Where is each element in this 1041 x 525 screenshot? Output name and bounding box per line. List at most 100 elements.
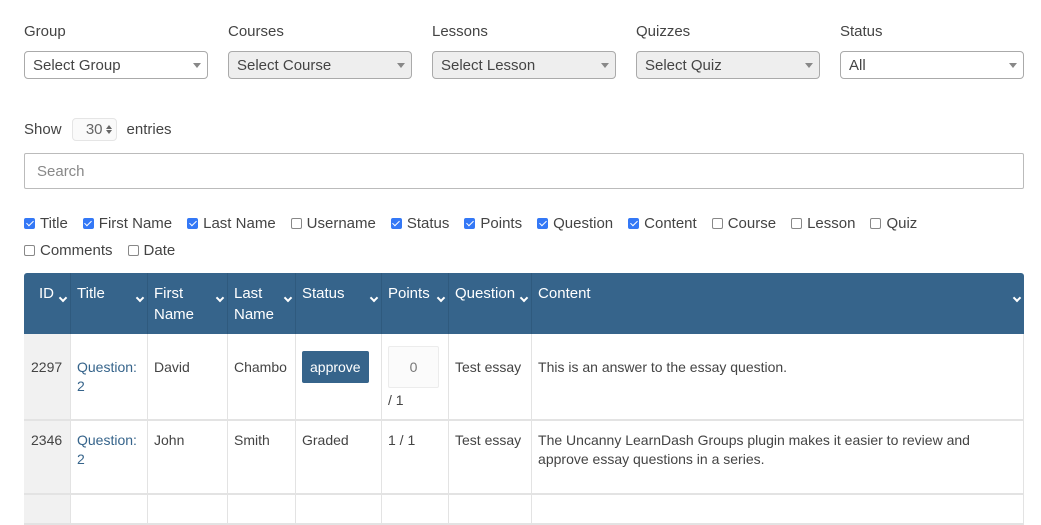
filter-group-label: Group: [24, 23, 66, 40]
course-select[interactable]: Select Course: [228, 51, 412, 79]
toggle-last-name[interactable]: Last Name: [187, 213, 276, 233]
sort-chevron-icon: [135, 293, 145, 303]
essay-table: ID Title First Name Last Name Status Poi…: [24, 273, 1024, 525]
checkbox-icon[interactable]: [290, 217, 302, 229]
quiz-select[interactable]: Select Quiz: [636, 51, 820, 79]
toggle-status[interactable]: Status: [390, 213, 449, 233]
course-select-value: Select Course: [237, 57, 332, 74]
cell-points: / 1: [381, 334, 449, 421]
toggle-label: Question: [553, 214, 614, 232]
sort-chevron-icon: [369, 293, 379, 303]
checkbox-icon[interactable]: [628, 217, 640, 229]
header-label: ID: [39, 285, 54, 302]
toggle-title[interactable]: Title: [24, 213, 68, 233]
lesson-select[interactable]: Select Lesson: [432, 51, 616, 79]
header-label: Content: [538, 285, 591, 302]
show-label: Show: [24, 121, 62, 138]
entries-per-page-select[interactable]: 30: [71, 118, 117, 141]
search-input[interactable]: [24, 153, 1024, 189]
cell-last-name: [227, 494, 296, 525]
checkbox-icon[interactable]: [537, 217, 549, 229]
question-link[interactable]: Question: 2: [77, 432, 137, 467]
table-row: [24, 494, 1024, 525]
column-header-first-name[interactable]: First Name: [147, 273, 228, 334]
cell-points: [381, 494, 449, 525]
points-input[interactable]: [388, 346, 439, 388]
toggle-label: Last Name: [203, 214, 276, 232]
checkbox-icon[interactable]: [127, 244, 139, 256]
checkbox-icon[interactable]: [711, 217, 723, 229]
filter-quizzes-label: Quizzes: [636, 23, 691, 40]
cell-status: Graded: [295, 420, 382, 495]
question-link[interactable]: Question: 2: [77, 359, 137, 394]
dropdown-arrow-icon: [1009, 63, 1017, 68]
checkbox-icon[interactable]: [791, 217, 803, 229]
header-label: Title: [77, 285, 105, 302]
checkbox-icon[interactable]: [82, 217, 94, 229]
toggle-quiz[interactable]: Quiz: [870, 213, 917, 233]
filter-group: Group Select Group: [24, 22, 208, 79]
toggle-label: Title: [40, 214, 68, 232]
toggle-label: First Name: [98, 214, 173, 232]
cell-question: Test essay: [448, 420, 533, 495]
column-header-status[interactable]: Status: [295, 273, 382, 334]
header-label: Last Name: [234, 285, 275, 323]
cell-first-name: John: [147, 420, 228, 495]
column-header-content[interactable]: Content: [531, 273, 1024, 334]
dropdown-arrow-icon: [805, 63, 813, 68]
sort-chevron-icon: [519, 293, 529, 303]
toggle-course[interactable]: Course: [711, 213, 776, 233]
cell-id: 2346: [24, 420, 71, 495]
toggle-label: Username: [306, 214, 376, 232]
checkbox-icon[interactable]: [187, 217, 199, 229]
toggle-points[interactable]: Points: [464, 213, 522, 233]
approve-button[interactable]: approve: [302, 351, 369, 383]
cell-title: Question: 2: [70, 334, 148, 421]
column-header-id[interactable]: ID: [24, 273, 71, 334]
header-label: Points: [388, 285, 430, 302]
toggle-first-name[interactable]: First Name: [82, 213, 173, 233]
table-row: 2297 Question: 2 David Chambo approve / …: [24, 334, 1024, 421]
column-header-question[interactable]: Question: [448, 273, 533, 334]
quiz-select-value: Select Quiz: [645, 57, 722, 74]
sort-chevron-icon: [1012, 293, 1021, 303]
toggle-comments[interactable]: Comments: [24, 240, 113, 260]
toggle-content[interactable]: Content: [628, 213, 697, 233]
dropdown-arrow-icon: [601, 63, 609, 68]
filter-courses: Courses Select Course: [228, 22, 412, 79]
checkbox-icon[interactable]: [390, 217, 402, 229]
header-label: Question: [455, 285, 516, 302]
dropdown-arrow-icon: [193, 63, 201, 68]
cell-title: [70, 494, 148, 525]
points-total: / 1: [388, 392, 404, 408]
cell-id: 2297: [24, 334, 71, 421]
cell-first-name: David: [147, 334, 228, 421]
checkbox-icon[interactable]: [870, 217, 882, 229]
toggle-question[interactable]: Question: [537, 213, 613, 233]
cell-question: [448, 494, 533, 525]
toggle-label: Lesson: [807, 214, 856, 232]
toggle-label: Quiz: [886, 214, 918, 232]
toggle-label: Content: [644, 214, 697, 232]
cell-status: approve: [295, 334, 382, 421]
toggle-label: Date: [143, 241, 176, 259]
status-select[interactable]: All: [840, 51, 1024, 79]
group-select[interactable]: Select Group: [24, 51, 208, 79]
toggle-username[interactable]: Username: [290, 213, 376, 233]
dropdown-arrow-icon: [397, 63, 405, 68]
checkbox-icon[interactable]: [24, 244, 35, 256]
checkbox-icon[interactable]: [24, 217, 35, 229]
cell-content: [531, 494, 1024, 525]
toggle-lesson[interactable]: Lesson: [791, 213, 855, 233]
filter-lessons-label: Lessons: [432, 23, 488, 40]
cell-status: [295, 494, 382, 525]
sort-chevron-icon: [436, 293, 446, 303]
column-header-last-name[interactable]: Last Name: [227, 273, 296, 334]
toggle-date[interactable]: Date: [127, 240, 176, 260]
column-header-title[interactable]: Title: [70, 273, 148, 334]
checkbox-icon[interactable]: [464, 217, 476, 229]
header-label: First Name: [154, 285, 195, 323]
cell-content: The Uncanny LearnDash Groups plugin make…: [531, 420, 1024, 495]
column-header-points[interactable]: Points: [381, 273, 449, 334]
cell-first-name: [147, 494, 228, 525]
